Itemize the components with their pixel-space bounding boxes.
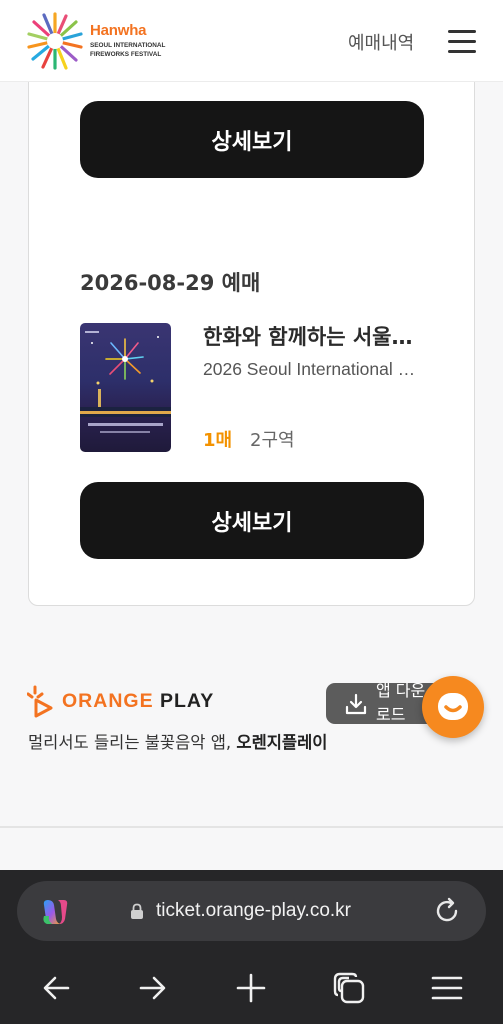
site-header: Hanwha SEOUL INTERNATIONAL FIREWORKS FES… (0, 0, 503, 82)
footer-divider (0, 826, 503, 828)
address-bar[interactable]: ticket.orange-play.co.kr (17, 881, 486, 941)
chat-smile-icon (438, 693, 468, 720)
event-title[interactable]: 한화와 함께하는 서울세계불꽃축제 2026 (203, 321, 423, 351)
festival-logo[interactable]: Hanwha SEOUL INTERNATIONAL FIREWORKS FES… (26, 10, 176, 72)
orange-play-brand[interactable]: ORANGE PLAY (62, 690, 214, 713)
reload-icon[interactable] (433, 897, 461, 925)
chat-button[interactable] (422, 676, 484, 738)
fireworks-logo-icon (27, 12, 83, 70)
logo-subtitle-line1: SEOUL INTERNATIONAL (90, 42, 166, 49)
browser-menu-icon[interactable] (429, 970, 465, 1006)
new-tab-plus-icon[interactable] (233, 970, 269, 1006)
logo-subtitle: SEOUL INTERNATIONAL FIREWORKS FESTIVAL (90, 42, 165, 59)
url-text[interactable]: ticket.orange-play.co.kr (156, 900, 351, 922)
copilot-icon[interactable] (39, 896, 71, 928)
back-arrow-icon[interactable] (38, 970, 74, 1006)
detail-button[interactable]: 상세보기 (80, 482, 424, 559)
event-subtitle: 2026 Seoul International Fireworks Festi… (203, 359, 423, 379)
fireworks-poster-icon (80, 331, 171, 433)
reservation-history-link[interactable]: 예매내역 (348, 29, 414, 55)
forward-arrow-icon[interactable] (135, 970, 171, 1006)
hamburger-menu-icon[interactable] (448, 28, 476, 54)
app-description-text: 멀리서도 들리는 불꽃음악 앱, (28, 733, 237, 752)
tabs-icon[interactable] (331, 970, 367, 1006)
seat-zone: 2구역 (250, 430, 295, 451)
lock-icon (131, 903, 143, 919)
ticket-quantity: 1매 (203, 430, 233, 451)
brand-play-text: PLAY (160, 690, 215, 712)
browser-chrome: ticket.orange-play.co.kr (0, 870, 503, 1024)
event-poster-image[interactable] (80, 323, 171, 452)
app-description: 멀리서도 들리는 불꽃음악 앱, 오렌지플레이 (28, 730, 328, 756)
booking-date: 2026-08-29 예매 (80, 271, 261, 295)
app-description-name: 오렌지플레이 (236, 733, 328, 752)
logo-brand-text: Hanwha (90, 22, 147, 39)
booking-card: 상세보기 2026-08-29 예매 한화와 함께하는 서울세계 2026 Se… (28, 60, 475, 606)
logo-subtitle-line2: FIREWORKS FESTIVAL (90, 50, 162, 58)
brand-orange-text: ORANGE (62, 690, 154, 712)
download-icon (345, 693, 367, 715)
detail-button-top[interactable]: 상세보기 (80, 101, 424, 178)
